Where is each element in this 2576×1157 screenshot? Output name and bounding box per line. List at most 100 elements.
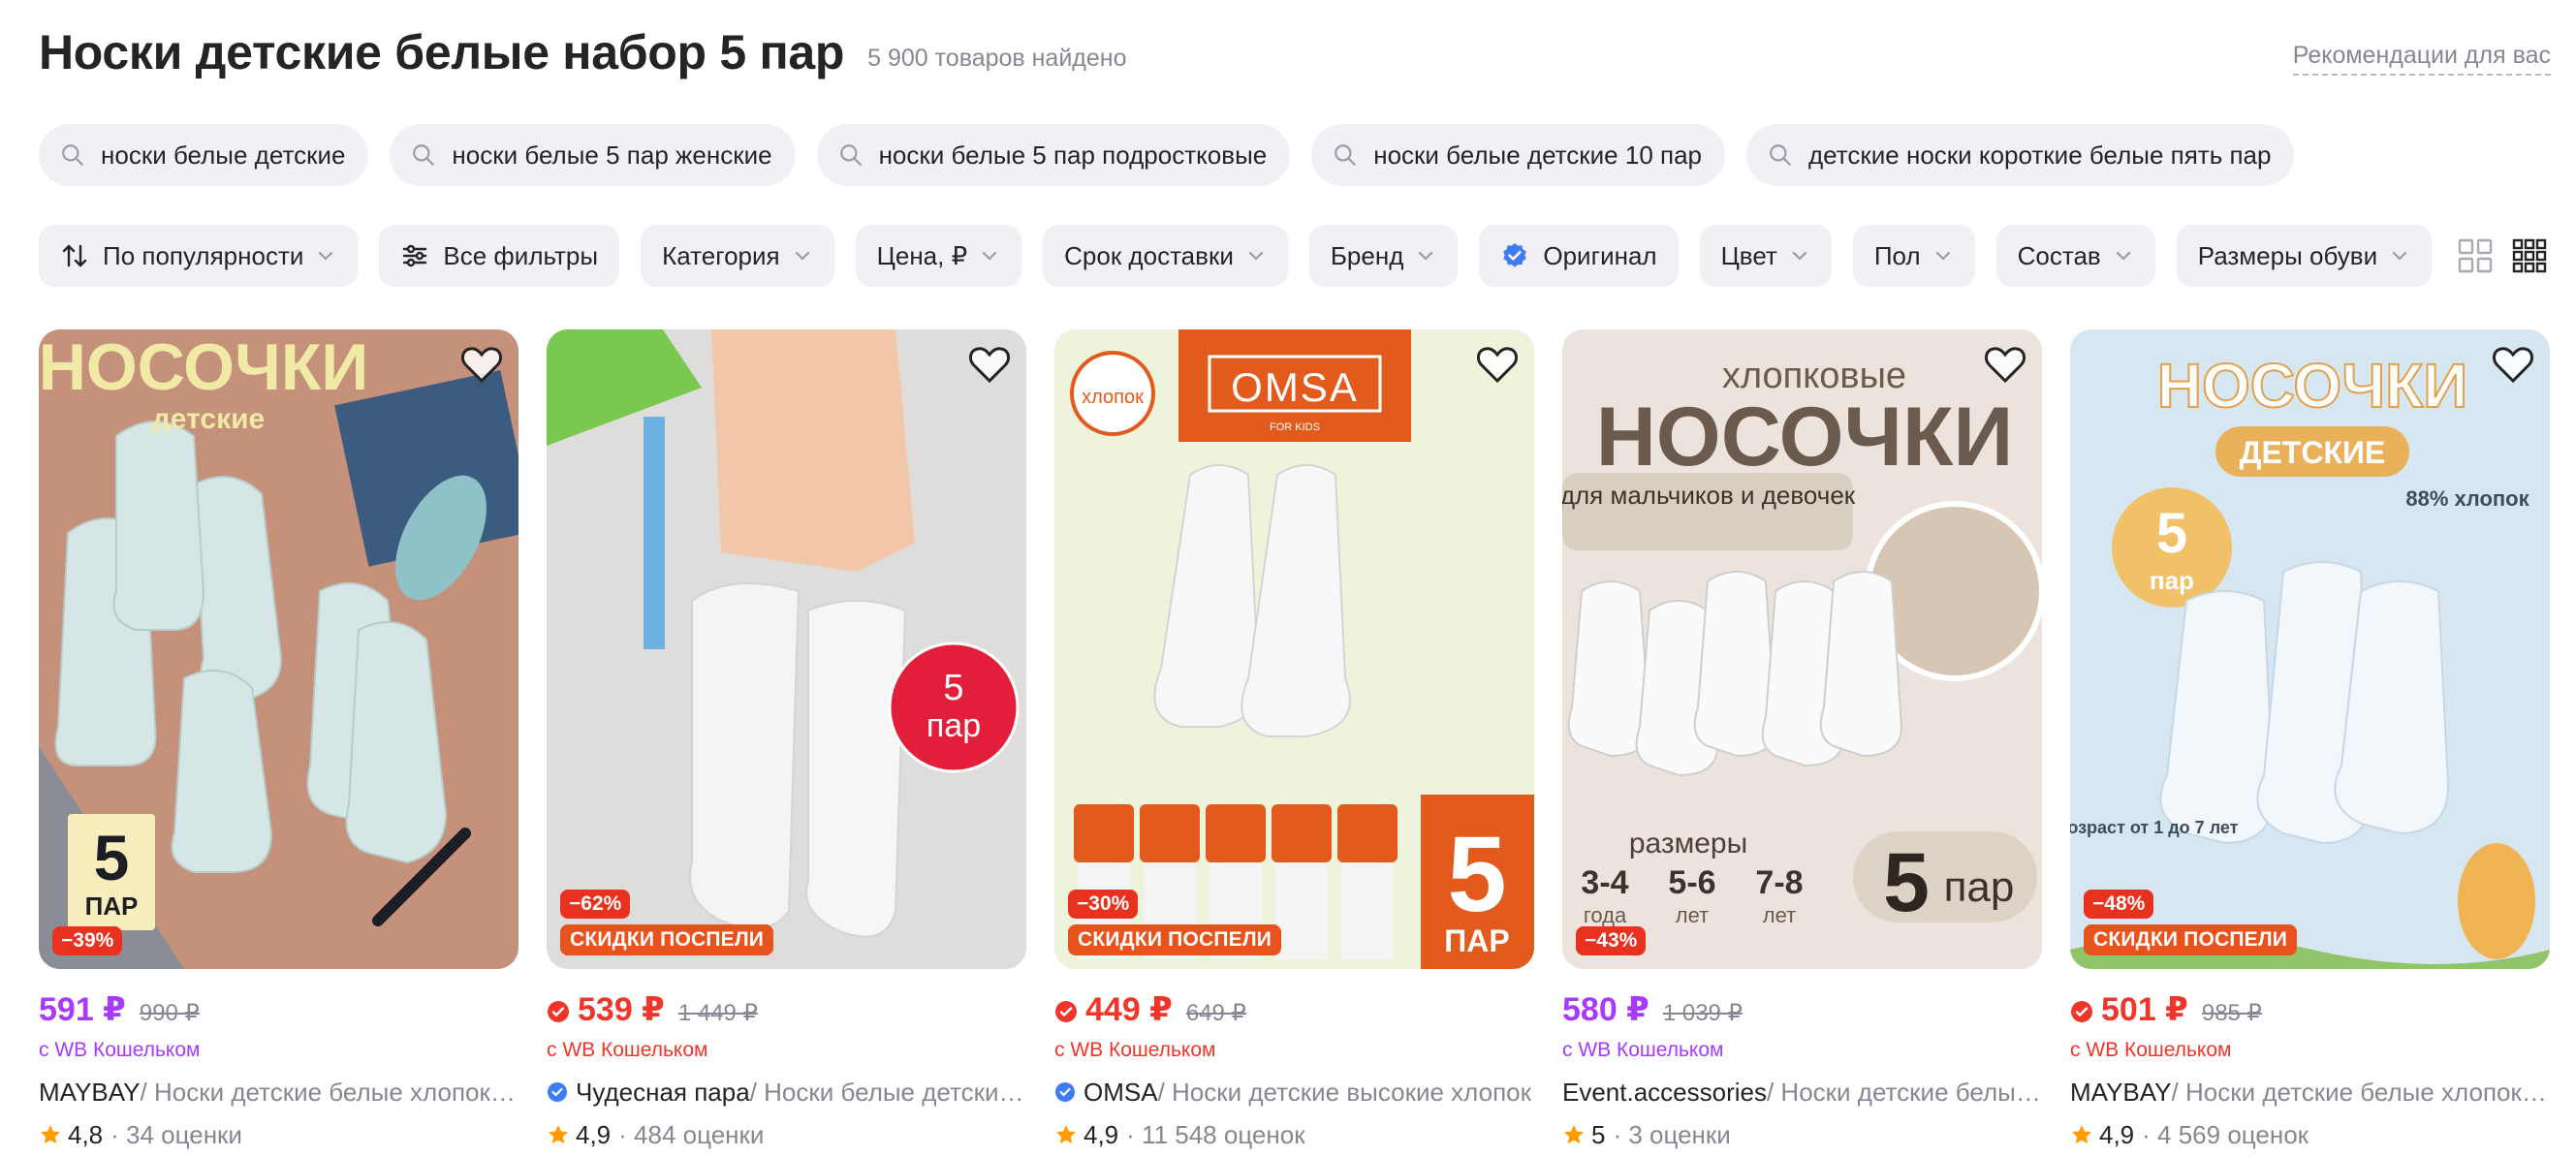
product-image[interactable]: 5 пар −62% СКИДКИ ПОСПЕЛИ [547, 329, 1026, 969]
suggestion-label: носки белые 5 пар женские [452, 140, 772, 170]
art-count: 5 [94, 822, 130, 893]
rating-row: 5 · 3 оценки [1562, 1118, 2042, 1151]
product-photo: НОСОЧКИ детские 5 ПАР [39, 329, 518, 969]
wallet-note: с WB Кошельком [2070, 1039, 2232, 1061]
product-image[interactable]: хлопковые НОСОЧКИ для мальчиков и девоче… [1562, 329, 2042, 969]
results-count: 5 900 товаров найдено [867, 44, 1127, 72]
verified-seller-icon [1055, 1082, 1075, 1102]
filter-label: Пол [1873, 240, 1921, 270]
filter-delivery[interactable]: Срок доставки [1043, 225, 1288, 287]
suggestion-chip[interactable]: носки белые детские 10 пар [1311, 124, 1726, 186]
filter-gender[interactable]: Пол [1852, 225, 1975, 287]
price: 580 ₽ [1562, 991, 1649, 1028]
product-name[interactable]: Event.accessories / Носки детские белые … [1562, 1076, 2042, 1109]
product-card[interactable]: НОСОЧКИ ДЕТСКИЕ 5 пар 88% хлопок возраст… [2070, 329, 2550, 1157]
filter-category[interactable]: Категория [641, 225, 834, 287]
art-count: 5 [1447, 815, 1506, 934]
search-icon [1770, 144, 1791, 166]
promo-badge: СКИДКИ ПОСПЕЛИ [1068, 924, 1282, 955]
art-count-label: ПАР [1444, 923, 1509, 958]
product-image[interactable]: хлопок OMSA FOR KIDS 5 ПАР −30% СКИДКИ П… [1054, 329, 1534, 969]
price-row: 591 ₽ 990 ₽ [39, 990, 518, 1033]
chevron-down-icon [1792, 251, 1806, 261]
product-name[interactable]: OMSA / Носки детские высокие хлопок [1054, 1076, 1534, 1109]
favorite-heart-icon[interactable] [460, 345, 503, 384]
rating-value: 4,9 [2099, 1119, 2135, 1149]
art-title: НОСОЧКИ [39, 330, 368, 404]
art-count: 5 [2156, 502, 2187, 565]
chevron-down-icon [2393, 251, 2407, 261]
price-row: 539 ₽ 1 449 ₽ [547, 990, 1026, 1033]
filter-label: Размеры обуви [2197, 240, 2378, 270]
art-size: 7-8 [1755, 864, 1803, 901]
filter-price[interactable]: Цена, ₽ [855, 225, 1022, 287]
product-card[interactable]: хлопковые НОСОЧКИ для мальчиков и девоче… [1562, 329, 2042, 1157]
suggestion-chip[interactable]: носки белые 5 пар подростковые [816, 124, 1291, 186]
wallet-note: с WB Кошельком [39, 1039, 201, 1061]
search-icon [1335, 144, 1357, 166]
all-filters-button[interactable]: Все фильтры [379, 225, 620, 287]
art-count-label: ПАР [85, 891, 139, 921]
wallet-badge-icon [548, 1001, 569, 1022]
chevron-down-icon [2116, 251, 2130, 261]
product-card[interactable]: 5 пар −62% СКИДКИ ПОСПЕЛИ 539 ₽ 1 449 ₽ … [547, 329, 1026, 1157]
chevron-down-icon [983, 251, 997, 261]
suggestion-label: детские носки короткие белые пять пар [1808, 140, 2272, 170]
art-count: 5 [943, 668, 963, 708]
reviews-count: · 34 оценки [110, 1119, 242, 1149]
sliders-icon [403, 244, 427, 267]
filter-original[interactable]: Оригинал [1479, 225, 1679, 287]
product-image[interactable]: НОСОЧКИ ДЕТСКИЕ 5 пар 88% хлопок возраст… [2070, 329, 2550, 969]
suggestion-label: носки белые детские 10 пар [1373, 140, 1703, 170]
badges: −43% [1576, 926, 1647, 955]
price-row: 449 ₽ 649 ₽ [1054, 990, 1534, 1033]
art-title: НОСОЧКИ [2157, 351, 2467, 421]
rating-row: 4,8 · 34 оценки [39, 1118, 518, 1151]
filter-color[interactable]: Цвет [1699, 225, 1832, 287]
brand-name: Чудесная пара [576, 1077, 750, 1107]
filter-shoe-sizes[interactable]: Размеры обуви [2176, 225, 2433, 287]
product-name[interactable]: MAYBAY / Носки детские белые хлопок набо… [2070, 1076, 2550, 1109]
grid-large-icon[interactable] [2458, 238, 2493, 273]
art-count: 5 [1883, 836, 1930, 929]
suggestion-chip[interactable]: носки белые детские [39, 124, 369, 186]
filter-label: Цена, ₽ [876, 240, 968, 270]
price-row: 501 ₽ 985 ₽ [2070, 990, 2550, 1033]
filter-composition[interactable]: Состав [1995, 225, 2155, 287]
product-name[interactable]: Чудесная пара / Носки белые детские набо… [547, 1076, 1026, 1109]
product-card[interactable]: НОСОЧКИ детские 5 ПАР −39% 591 ₽ 990 ₽ с… [39, 329, 518, 1157]
art-size-unit: лет [1763, 903, 1796, 927]
favorite-heart-icon[interactable] [2492, 345, 2534, 384]
badges: −30% СКИДКИ ПОСПЕЛИ [1068, 890, 1282, 955]
recommendations-link[interactable]: Рекомендации для вас [2292, 42, 2551, 76]
wallet-note: с WB Кошельком [1054, 1039, 1216, 1061]
search-suggestions: носки белые детские носки белые 5 пар же… [39, 124, 2295, 186]
product-image[interactable]: НОСОЧКИ детские 5 ПАР −39% [39, 329, 518, 969]
art-age: возраст от 1 до 7 лет [2070, 818, 2239, 837]
product-card[interactable]: хлопок OMSA FOR KIDS 5 ПАР −30% СКИДКИ П… [1054, 329, 1534, 1157]
suggestion-chip[interactable]: детские носки короткие белые пять пар [1746, 124, 2295, 186]
all-filters-label: Все фильтры [443, 240, 599, 270]
old-price: 990 ₽ [139, 1000, 200, 1026]
sort-dropdown[interactable]: По популярности [39, 225, 359, 287]
suggestion-chip[interactable]: носки белые 5 пар женские [390, 124, 796, 186]
badges: −39% [52, 926, 123, 955]
grid-small-icon[interactable] [2512, 238, 2547, 273]
product-title: / Носки детские белые хлопок набор [140, 1077, 518, 1107]
favorite-heart-icon[interactable] [968, 345, 1011, 384]
art-subtitle: для мальчиков и девочек [1562, 481, 1856, 510]
product-photo: НОСОЧКИ ДЕТСКИЕ 5 пар 88% хлопок возраст… [2070, 329, 2550, 969]
wallet-note: с WB Кошельком [547, 1039, 708, 1061]
filter-label: Цвет [1720, 240, 1777, 270]
product-name[interactable]: MAYBAY / Носки детские белые хлопок набо… [39, 1076, 518, 1109]
art-size-unit: года [1584, 903, 1627, 927]
price: 539 ₽ [578, 991, 665, 1028]
filter-brand[interactable]: Бренд [1308, 225, 1459, 287]
favorite-heart-icon[interactable] [1984, 345, 2026, 384]
favorite-heart-icon[interactable] [1476, 345, 1519, 384]
reviews-count: · 4 569 оценок [2142, 1119, 2309, 1149]
brand-name: MAYBAY [2070, 1077, 2172, 1107]
rating-row: 4,9 · 11 548 оценок [1054, 1118, 1534, 1151]
old-price: 649 ₽ [1185, 1000, 1246, 1026]
search-icon [413, 144, 435, 166]
